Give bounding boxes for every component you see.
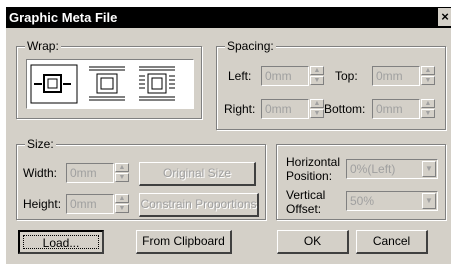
spacing-legend: Spacing: — [225, 39, 276, 53]
load-button[interactable]: Load... — [18, 230, 104, 254]
constrain-proportions-button[interactable]: Constrain Proportions — [139, 193, 259, 217]
size-height-input[interactable]: 0mm — [66, 194, 114, 214]
spin-up-icon[interactable]: ▲ — [115, 163, 129, 172]
vertical-offset-value: 50% — [350, 194, 375, 208]
spacing-top-label: Top: — [335, 69, 358, 83]
spacing-top-input[interactable]: 0mm — [372, 66, 420, 86]
spin-up-icon[interactable]: ▲ — [115, 194, 129, 203]
spin-up-icon[interactable]: ▲ — [421, 99, 435, 108]
spacing-left-stepper[interactable]: 0mm ▲ ▼ — [261, 66, 324, 86]
horizontal-position-label-1: Horizontal — [286, 155, 341, 169]
spacing-bottom-arrows[interactable]: ▲ ▼ — [421, 99, 435, 119]
size-legend: Size: — [25, 137, 56, 151]
spin-down-icon[interactable]: ▼ — [310, 109, 324, 118]
original-size-button[interactable]: Original Size — [139, 162, 256, 186]
horizontal-position-label-2: Position: — [286, 169, 333, 183]
size-width-input[interactable]: 0mm — [66, 163, 114, 183]
vertical-offset-label-1: Vertical — [286, 188, 326, 202]
spacing-left-label: Left: — [228, 69, 252, 83]
load-button-label: Load... — [23, 235, 99, 250]
vertical-offset-select[interactable]: 50% ▼ — [346, 191, 438, 211]
no-wrap-icon[interactable] — [30, 64, 78, 104]
horizontal-position-value: 0%(Left) — [350, 162, 396, 176]
size-width-arrows[interactable]: ▲ ▼ — [115, 163, 129, 183]
spacing-bottom-label: Bottom: — [324, 102, 366, 116]
wrap-legend: Wrap: — [25, 39, 61, 53]
from-clipboard-button[interactable]: From Clipboard — [136, 230, 232, 254]
spacing-left-arrows[interactable]: ▲ ▼ — [310, 66, 324, 86]
spacing-bottom-input[interactable]: 0mm — [372, 99, 420, 119]
spin-down-icon[interactable]: ▼ — [421, 109, 435, 118]
spacing-right-arrows[interactable]: ▲ ▼ — [310, 99, 324, 119]
title-bar: Graphic Meta File × — [6, 7, 451, 28]
ok-button[interactable]: OK — [277, 230, 349, 254]
spacing-top-arrows[interactable]: ▲ ▼ — [421, 66, 435, 86]
vertical-offset-label-2: Offset: — [286, 202, 322, 216]
spin-up-icon[interactable]: ▲ — [310, 99, 324, 108]
wrap-options — [26, 59, 194, 109]
spacing-right-label: Right: — [224, 102, 256, 116]
spacing-left-input[interactable]: 0mm — [261, 66, 309, 86]
spin-up-icon[interactable]: ▲ — [310, 66, 324, 75]
around-wrap-icon[interactable] — [139, 66, 175, 101]
spacing-right-input[interactable]: 0mm — [261, 99, 309, 119]
size-height-stepper[interactable]: 0mm ▲ ▼ — [66, 194, 129, 214]
spin-up-icon[interactable]: ▲ — [421, 66, 435, 75]
size-width-stepper[interactable]: 0mm ▲ ▼ — [66, 163, 129, 183]
size-height-label: Height: — [23, 197, 62, 211]
top-bottom-wrap-icon[interactable] — [89, 66, 125, 101]
size-height-arrows[interactable]: ▲ ▼ — [115, 194, 129, 214]
wrap-options-svg — [30, 64, 175, 104]
horizontal-position-select[interactable]: 0%(Left) ▼ — [346, 159, 438, 179]
dropdown-arrow-icon[interactable]: ▼ — [422, 193, 436, 209]
cancel-button[interactable]: Cancel — [356, 230, 428, 254]
spin-down-icon[interactable]: ▼ — [310, 76, 324, 85]
spacing-bottom-stepper[interactable]: 0mm ▲ ▼ — [372, 99, 435, 119]
close-button[interactable]: × — [438, 8, 451, 26]
spin-down-icon[interactable]: ▼ — [115, 204, 129, 213]
window-title: Graphic Meta File — [9, 10, 118, 25]
spin-down-icon[interactable]: ▼ — [115, 173, 129, 182]
spacing-top-stepper[interactable]: 0mm ▲ ▼ — [372, 66, 435, 86]
spacing-right-stepper[interactable]: 0mm ▲ ▼ — [261, 99, 324, 119]
spin-down-icon[interactable]: ▼ — [421, 76, 435, 85]
graphic-meta-file-dialog: Graphic Meta File × Wrap: Spacing: Left:… — [5, 6, 451, 264]
dropdown-arrow-icon[interactable]: ▼ — [422, 161, 436, 177]
size-width-label: Width: — [23, 166, 58, 180]
